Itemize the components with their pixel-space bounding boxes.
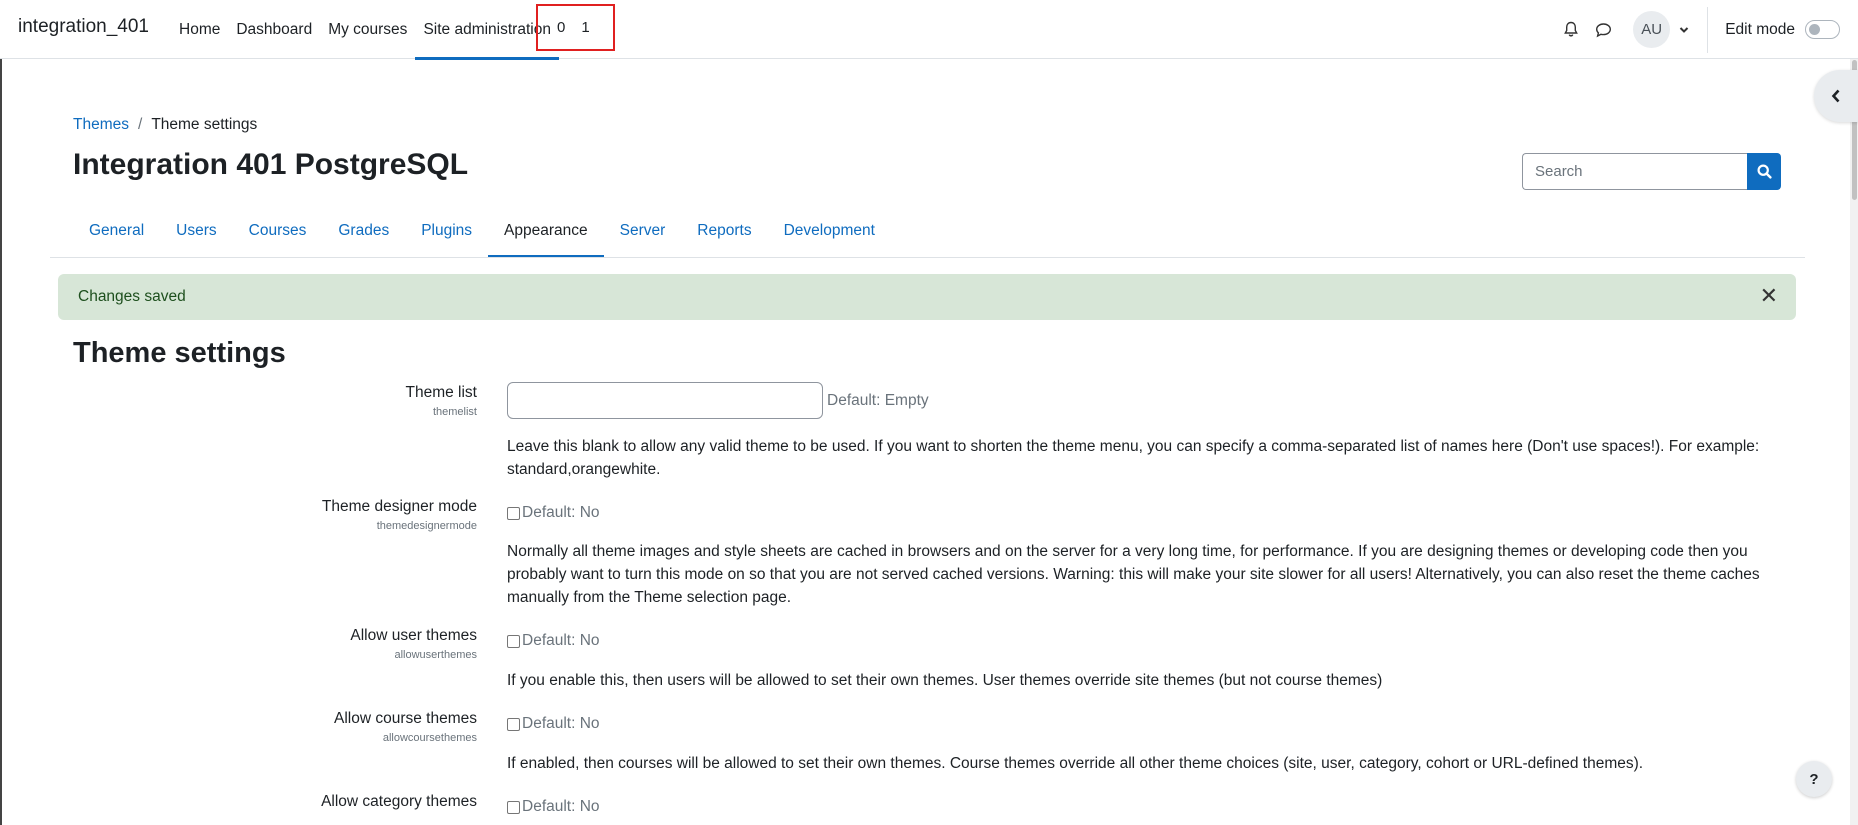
page-title: Integration 401 PostgreSQL bbox=[73, 148, 469, 181]
primary-navigation: Home Dashboard My courses Site administr… bbox=[171, 0, 559, 60]
tab-plugins[interactable]: Plugins bbox=[405, 204, 488, 258]
nav-my-courses[interactable]: My courses bbox=[320, 0, 415, 59]
search-input[interactable]: Search bbox=[1522, 153, 1747, 190]
counter-zero: 0 bbox=[557, 19, 566, 36]
setting-control-themelist: Default: Empty bbox=[507, 382, 929, 419]
setting-control-allowcoursethemes: Default: No bbox=[507, 715, 600, 733]
admin-search: Search bbox=[1522, 153, 1781, 190]
avatar[interactable]: AU bbox=[1633, 11, 1671, 48]
allowuserthemes-checkbox[interactable] bbox=[507, 634, 520, 648]
tab-general[interactable]: General bbox=[73, 204, 160, 258]
chevron-left-icon bbox=[1831, 89, 1841, 103]
setting-control-allowcategorythemes: Default: No bbox=[507, 798, 600, 816]
edit-mode-control: Edit mode bbox=[1708, 20, 1858, 39]
bell-icon[interactable] bbox=[1555, 14, 1587, 46]
close-icon[interactable]: ✕ bbox=[1760, 285, 1778, 307]
allowcoursethemes-checkbox[interactable] bbox=[507, 717, 520, 731]
themelist-input[interactable] bbox=[507, 382, 823, 419]
alert-message: Changes saved bbox=[78, 288, 186, 305]
allowcategorythemes-checkbox[interactable] bbox=[507, 800, 520, 814]
setting-label-allowcategorythemes: Allow category themes bbox=[321, 793, 477, 811]
setting-control-themedesignermode: Default: No bbox=[507, 504, 600, 522]
breadcrumb-separator: / bbox=[138, 116, 143, 133]
setting-key: themedesignermode bbox=[376, 520, 477, 532]
setting-description: Normally all theme images and style shee… bbox=[507, 543, 1760, 606]
setting-default: Default: No bbox=[522, 798, 600, 815]
chevron-down-icon[interactable] bbox=[1679, 26, 1689, 34]
nav-dashboard[interactable]: Dashboard bbox=[228, 0, 320, 59]
site-brand[interactable]: integration_401 bbox=[18, 16, 149, 38]
setting-default: Default: No bbox=[522, 632, 600, 649]
top-navbar: integration_401 Home Dashboard My course… bbox=[0, 0, 1858, 60]
edit-mode-label: Edit mode bbox=[1725, 20, 1795, 38]
tab-development[interactable]: Development bbox=[768, 204, 891, 258]
setting-description: If you enable this, then users will be a… bbox=[507, 672, 1383, 689]
setting-key: allowuserthemes bbox=[394, 649, 477, 661]
breadcrumb: Themes / Theme settings bbox=[73, 116, 257, 134]
tab-server[interactable]: Server bbox=[604, 204, 682, 258]
page-left-border bbox=[0, 59, 2, 825]
tab-appearance[interactable]: Appearance bbox=[488, 204, 604, 258]
chat-icon[interactable] bbox=[1587, 14, 1619, 46]
nav-home[interactable]: Home bbox=[171, 0, 228, 59]
setting-title: Allow course themes bbox=[333, 710, 477, 727]
setting-label-themelist: Theme list themelist bbox=[406, 384, 478, 418]
setting-label-themedesignermode: Theme designer mode themedesignermode bbox=[322, 498, 477, 532]
setting-label-allowuserthemes: Allow user themes allowuserthemes bbox=[350, 627, 477, 661]
highlighted-counters: 0 1 bbox=[536, 4, 615, 51]
tab-users[interactable]: Users bbox=[160, 204, 232, 258]
counter-one: 1 bbox=[581, 19, 590, 36]
setting-default: Default: No bbox=[522, 715, 600, 732]
setting-key: allowcoursethemes bbox=[382, 732, 477, 744]
setting-control-allowuserthemes: Default: No bbox=[507, 632, 600, 650]
tab-grades[interactable]: Grades bbox=[322, 204, 405, 258]
search-button[interactable] bbox=[1747, 153, 1781, 190]
edit-mode-toggle[interactable] bbox=[1805, 20, 1840, 39]
setting-description: Leave this blank to allow any valid them… bbox=[507, 438, 1760, 478]
setting-title: Theme list bbox=[405, 384, 478, 401]
setting-title: Allow user themes bbox=[350, 627, 477, 644]
setting-default: Default: No bbox=[522, 504, 600, 521]
setting-label-allowcoursethemes: Allow course themes allowcoursethemes bbox=[334, 710, 477, 744]
search-icon bbox=[1756, 164, 1772, 179]
breadcrumb-current: Theme settings bbox=[151, 116, 258, 133]
setting-description: If enabled, then courses will be allowed… bbox=[507, 755, 1644, 772]
success-alert: Changes saved ✕ bbox=[58, 274, 1796, 320]
section-title: Theme settings bbox=[73, 337, 286, 369]
tab-reports[interactable]: Reports bbox=[681, 204, 767, 258]
help-button[interactable]: ? bbox=[1796, 761, 1832, 797]
setting-key: themelist bbox=[432, 406, 477, 418]
open-drawer-button[interactable] bbox=[1814, 70, 1858, 122]
breadcrumb-themes[interactable]: Themes bbox=[73, 116, 129, 134]
setting-default: Default: Empty bbox=[827, 391, 929, 409]
tabs-divider bbox=[50, 257, 1805, 258]
navbar-right: AU Edit mode bbox=[1555, 0, 1858, 59]
setting-title: Theme designer mode bbox=[321, 498, 477, 515]
user-menu[interactable]: AU bbox=[1633, 11, 1689, 48]
setting-title: Allow category themes bbox=[321, 793, 477, 810]
admin-tabs: General Users Courses Grades Plugins App… bbox=[73, 204, 891, 258]
tab-courses[interactable]: Courses bbox=[233, 204, 323, 258]
themedesignermode-checkbox[interactable] bbox=[507, 506, 520, 520]
